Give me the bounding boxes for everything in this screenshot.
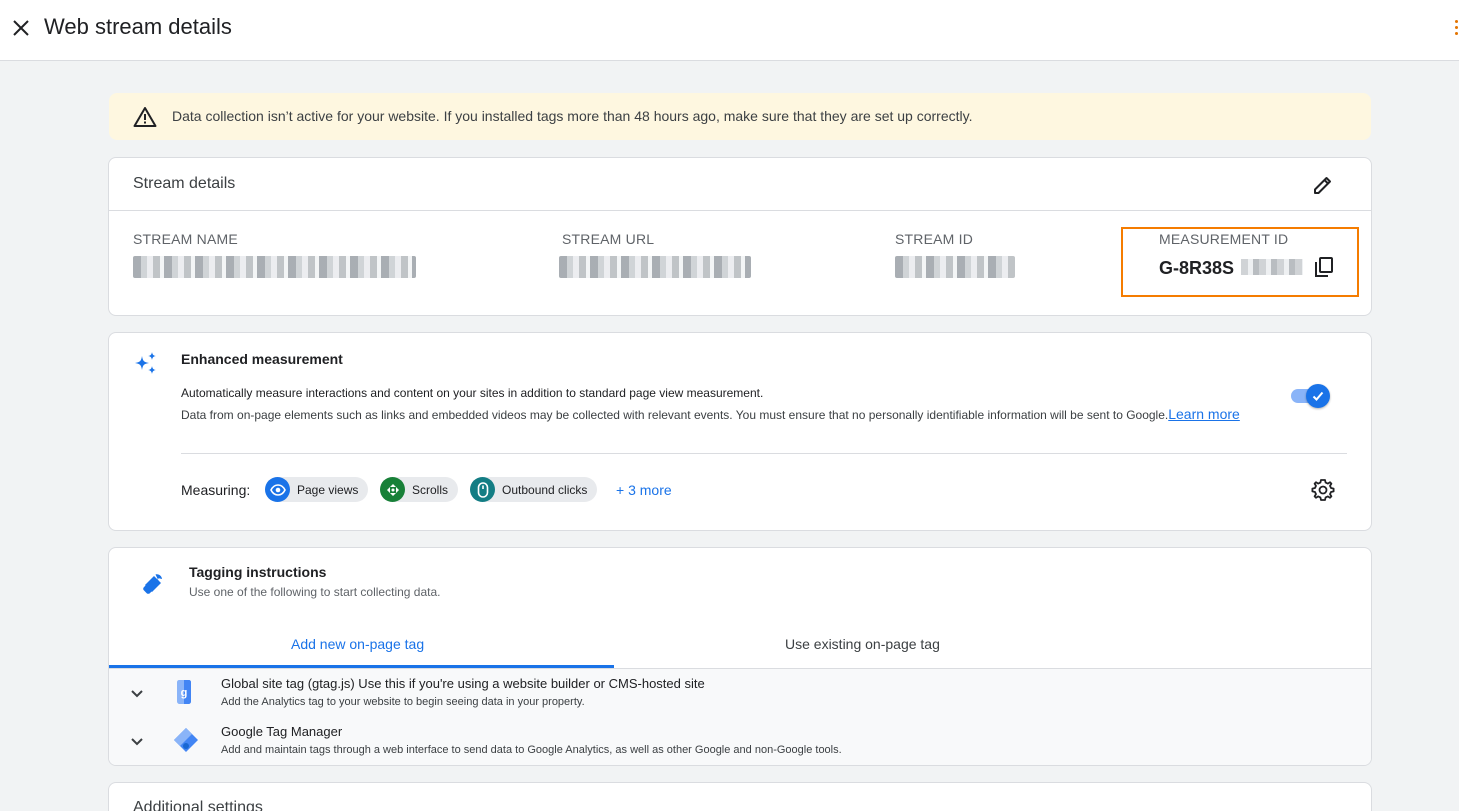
tab-add-new-on-page-tag[interactable]: Add new on-page tag xyxy=(291,636,424,652)
measurement-id-highlight: MEASUREMENT ID G-8R38S xyxy=(1121,227,1359,297)
chip-page-views[interactable]: Page views xyxy=(265,477,369,502)
tag-option-list: g Global site tag (gtag.js) Use this if … xyxy=(109,669,1371,765)
stream-details-header: Stream details xyxy=(109,158,1371,211)
chip-label: Page views xyxy=(297,482,359,497)
alert-banner: Data collection isn’t active for your we… xyxy=(109,93,1371,140)
measurement-id-redacted xyxy=(1241,259,1303,275)
stream-name-value-redacted xyxy=(133,256,416,278)
stream-url-value-redacted xyxy=(559,256,751,278)
gear-icon[interactable] xyxy=(1311,478,1335,507)
eye-icon xyxy=(265,477,290,502)
scroll-icon xyxy=(380,477,405,502)
gtm-icon xyxy=(173,727,199,758)
chip-scrolls[interactable]: Scrolls xyxy=(380,477,459,502)
alert-text: Data collection isn’t active for your we… xyxy=(172,108,973,124)
enhanced-description-secondary-text: Data from on-page elements such as links… xyxy=(181,408,1169,422)
stream-details-title: Stream details xyxy=(133,175,236,192)
gtag-suffix: Use this if you're using a website build… xyxy=(354,676,705,691)
additional-settings-title: Additional settings xyxy=(133,799,263,811)
enhanced-description-primary: Automatically measure interactions and c… xyxy=(181,386,764,400)
chip-outbound-clicks[interactable]: Outbound clicks xyxy=(470,477,598,502)
stream-name-label: STREAM NAME xyxy=(133,231,238,247)
tagging-instructions-card: Tagging instructions Use one of the foll… xyxy=(108,547,1372,766)
close-icon[interactable] xyxy=(8,15,34,41)
list-item-google-tag-manager[interactable]: Google Tag Manager Add and maintain tags… xyxy=(109,717,1371,765)
list-item-gtag[interactable]: g Global site tag (gtag.js) Use this if … xyxy=(109,669,1371,717)
chip-label: Scrolls xyxy=(412,482,449,497)
more-vert-icon[interactable] xyxy=(1455,18,1459,38)
stream-details-card: Stream details STREAM NAME STREAM URL ST… xyxy=(108,157,1372,316)
mouse-icon xyxy=(470,477,495,502)
stream-url-label: STREAM URL xyxy=(562,231,655,247)
gtag-name: Global site tag (gtag.js) xyxy=(221,676,355,691)
page-title: Web stream details xyxy=(44,14,232,39)
wrench-icon xyxy=(141,572,165,601)
warning-icon xyxy=(133,106,157,133)
divider xyxy=(181,453,1347,454)
stream-id-value-redacted xyxy=(895,256,1015,278)
enhanced-measurement-card: Enhanced measurement Automatically measu… xyxy=(108,332,1372,531)
sparkle-icon xyxy=(133,350,159,381)
tagging-title: Tagging instructions xyxy=(189,564,327,580)
gtag-title: Global site tag (gtag.js) Use this if yo… xyxy=(221,676,705,691)
enhanced-measurement-title: Enhanced measurement xyxy=(181,351,343,367)
chevron-down-icon[interactable] xyxy=(129,733,145,754)
gtm-description: Add and maintain tags through a web inte… xyxy=(221,744,842,756)
enhanced-measurement-toggle[interactable] xyxy=(1290,384,1330,408)
gtag-icon: g xyxy=(173,679,195,710)
gtag-description: Add the Analytics tag to your website to… xyxy=(221,696,585,708)
learn-more-link[interactable]: Learn more xyxy=(1168,406,1240,422)
chevron-down-icon[interactable] xyxy=(129,685,145,706)
enhanced-description-secondary: Data from on-page elements such as links… xyxy=(181,404,1267,425)
svg-text:g: g xyxy=(181,687,188,699)
gtm-title: Google Tag Manager xyxy=(221,724,343,739)
additional-settings-card: Additional settings xyxy=(108,782,1372,811)
tagging-subtitle: Use one of the following to start collec… xyxy=(189,585,441,599)
check-icon xyxy=(1306,384,1330,408)
edit-icon[interactable] xyxy=(1311,173,1335,197)
tab-use-existing-on-page-tag[interactable]: Use existing on-page tag xyxy=(785,636,940,652)
measurement-id-label: MEASUREMENT ID xyxy=(1159,231,1289,247)
stream-id-label: STREAM ID xyxy=(895,231,974,247)
copy-icon[interactable] xyxy=(1312,255,1336,284)
measurement-id-value[interactable]: G-8R38S xyxy=(1159,258,1234,279)
chip-label: Outbound clicks xyxy=(502,482,588,497)
more-measurements-link[interactable]: + 3 more xyxy=(616,482,672,498)
measuring-label: Measuring: xyxy=(181,482,251,498)
top-bar: Web stream details xyxy=(0,0,1459,61)
